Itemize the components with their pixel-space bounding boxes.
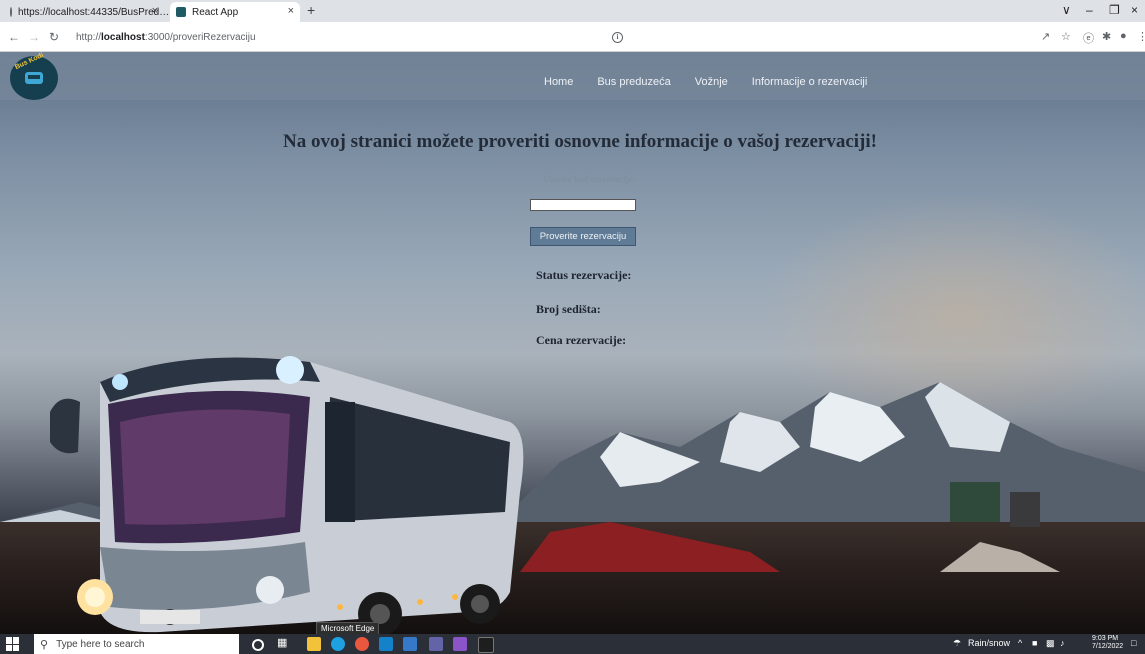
forward-arrow-icon[interactable]: → — [28, 30, 40, 44]
logo-text: Bus Kodi — [13, 52, 45, 72]
tab-react-app[interactable]: React App × — [170, 2, 300, 22]
red-sand-pile-image — [520, 522, 780, 572]
page-title: Na ovoj stranici možete proveriti osnovn… — [283, 131, 877, 152]
globe-icon — [10, 7, 12, 17]
clock-date: 7/12/2022 — [1092, 643, 1124, 650]
react-app-icon — [176, 7, 186, 17]
extension-c-icon[interactable]: ⓔ — [1083, 30, 1094, 46]
back-arrow-icon[interactable]: ← — [8, 30, 20, 44]
check-reservation-button[interactable]: Proverite rezervaciju — [530, 227, 636, 246]
bus-image — [50, 356, 524, 634]
share-icon[interactable]: ↗ — [1041, 30, 1050, 43]
tray-chevron-icon[interactable]: ^ — [1018, 638, 1022, 648]
chrome-icon[interactable] — [355, 637, 369, 651]
new-tab-button[interactable]: + — [307, 2, 315, 18]
price-label: Cena rezervacije: — [536, 333, 627, 347]
weather-text[interactable]: Rain/snow — [968, 638, 1010, 648]
info-icon[interactable]: i — [612, 31, 623, 43]
close-window-button[interactable]: × — [1131, 3, 1138, 17]
site-logo[interactable]: Bus Kodi — [10, 52, 58, 100]
nav-informacije-o-rezervaciji[interactable]: Informacije o rezervaciji — [752, 76, 868, 88]
weather-icon[interactable]: ☂ — [953, 638, 961, 649]
url-scheme: http:// — [76, 31, 102, 43]
notifications-icon[interactable]: □ — [1131, 638, 1136, 648]
terminal-icon[interactable] — [478, 637, 494, 653]
tab-close-icon[interactable]: × — [152, 5, 158, 17]
taskbar-search-placeholder: Type here to search — [56, 638, 145, 650]
mail-icon[interactable] — [379, 637, 393, 651]
clock-time: 9:03 PM — [1092, 635, 1119, 642]
search-icon: ⚲ — [40, 638, 49, 651]
seats-label: Broj sedišta: — [536, 302, 601, 316]
nav-bus-preduzeca[interactable]: Bus preduzeća — [597, 76, 670, 88]
windows-start-icon[interactable] — [6, 637, 20, 651]
reservation-code-input[interactable] — [530, 199, 636, 211]
maximize-button[interactable]: ❐ — [1109, 3, 1120, 17]
task-view-icon[interactable]: ▦ — [277, 636, 291, 650]
file-explorer-icon[interactable] — [307, 637, 321, 651]
menu-dots-icon[interactable]: ⋮ — [1137, 30, 1145, 43]
reservation-code-label: Unesite kod rezervacije: — [543, 174, 636, 184]
tab-title: React App — [192, 6, 239, 18]
teams-icon[interactable] — [429, 637, 443, 651]
profile-icon[interactable]: ● — [1120, 30, 1127, 42]
clock[interactable]: 9:03 PM 7/12/2022 — [1092, 635, 1123, 651]
tab-title: https://localhost:44335/BusPred… — [18, 6, 170, 18]
status-label: Status rezervacije: — [536, 268, 632, 282]
main-menu: Home Bus preduzeća Vožnje Informacije o … — [544, 76, 867, 88]
tab-close-icon[interactable]: × — [288, 5, 294, 17]
tab-bus-preduzeca[interactable]: https://localhost:44335/BusPred… × — [4, 2, 169, 22]
taskbar-search-box[interactable]: ⚲ Type here to search — [34, 634, 239, 654]
browser-tab-strip: https://localhost:44335/BusPred… × React… — [0, 0, 1145, 22]
nav-home[interactable]: Home — [544, 76, 573, 88]
reload-icon[interactable]: ↻ — [49, 30, 59, 44]
site-navbar: Bus Kodi Home Bus preduzeća Vožnje Infor… — [0, 52, 1145, 100]
url-field[interactable]: i http://localhost:3000/proveriRezervaci… — [76, 27, 976, 47]
visual-studio-icon[interactable] — [453, 637, 467, 651]
cortana-icon[interactable] — [252, 639, 264, 651]
address-bar-row: ← → ↻ i http://localhost:3000/proveriRez… — [0, 22, 1145, 52]
url-path: :3000/proveriRezervaciju — [144, 31, 256, 43]
tab-search-icon[interactable]: ∨ — [1062, 3, 1071, 17]
minimize-button[interactable]: – — [1086, 3, 1093, 17]
extensions-puzzle-icon[interactable]: ✱ — [1102, 30, 1111, 43]
windows-taskbar: ⚲ Type here to search ▦ ☂ Rain/snow ^ ■ … — [0, 634, 1145, 654]
nav-voznje[interactable]: Vožnje — [695, 76, 728, 88]
network-icon[interactable]: ■ — [1032, 638, 1037, 648]
volume-icon[interactable]: ♪ — [1060, 638, 1065, 648]
store-icon[interactable] — [403, 637, 417, 651]
bus-logo-icon — [25, 72, 43, 84]
url-host: localhost — [101, 31, 145, 43]
page-viewport: Bus Kodi Home Bus preduzeća Vožnje Infor… — [0, 52, 1145, 634]
bookmark-star-icon[interactable]: ☆ — [1061, 30, 1071, 43]
cabins-image — [940, 482, 1060, 572]
battery-icon[interactable]: ▩ — [1046, 638, 1055, 649]
edge-icon[interactable] — [331, 637, 345, 651]
